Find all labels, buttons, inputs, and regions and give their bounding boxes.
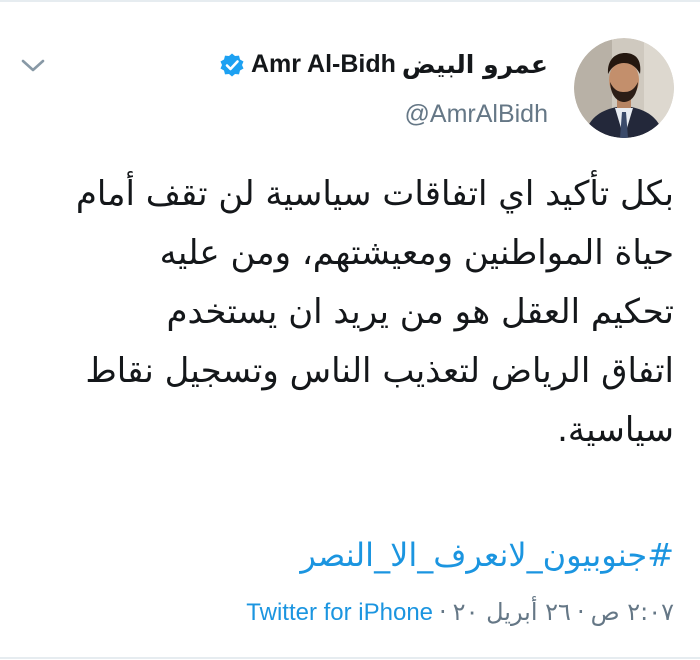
tweet-text-line: حياة المواطنين ومعيشتهم، ومن عليه: [159, 233, 674, 273]
tweet-source-link[interactable]: Twitter for iPhone: [246, 599, 433, 626]
bottom-divider: [0, 657, 700, 659]
hashtag-link[interactable]: #جنوبيون_لانعرف_الا_النصر: [300, 536, 674, 574]
top-divider: [0, 0, 700, 2]
chevron-down-icon[interactable]: [20, 56, 46, 76]
tweet-time: ٢:٠٧ ص: [590, 598, 674, 626]
author-name-row[interactable]: عمرو البيض Amr Al-Bidh: [219, 50, 548, 79]
verified-badge-icon: [220, 53, 244, 76]
author-name-english[interactable]: Amr Al-Bidh: [251, 50, 396, 79]
tweet-text: بكل تأكيد اي اتفاقات سياسية لن تقف أمام …: [34, 165, 674, 460]
tweet-meta: ٢:٠٧ ص·٢٦ أبريل ٢٠·Twitter for iPhone: [246, 598, 674, 627]
avatar[interactable]: [574, 38, 674, 138]
tweet-text-line: اتفاق الرياض لتعذيب الناس وتسجيل نقاط: [85, 351, 674, 391]
author-name-arabic[interactable]: عمرو البيض: [402, 50, 548, 79]
author-handle[interactable]: @AmrAlBidh: [405, 100, 548, 129]
tweet-card[interactable]: عمرو البيض Amr Al-Bidh @AmrAlBidh بكل تأ…: [0, 0, 700, 660]
tweet-text-line: بكل تأكيد اي اتفاقات سياسية لن تقف أمام: [75, 174, 674, 214]
meta-separator: ·: [576, 598, 585, 626]
tweet-date: ٢٦ أبريل ٢٠: [452, 598, 571, 626]
avatar-image: [574, 38, 674, 138]
tweet-text-line: سياسية.: [557, 410, 674, 450]
tweet-text-line: تحكيم العقل هو من يريد ان يستخدم: [166, 292, 674, 332]
meta-separator: ·: [439, 598, 447, 626]
